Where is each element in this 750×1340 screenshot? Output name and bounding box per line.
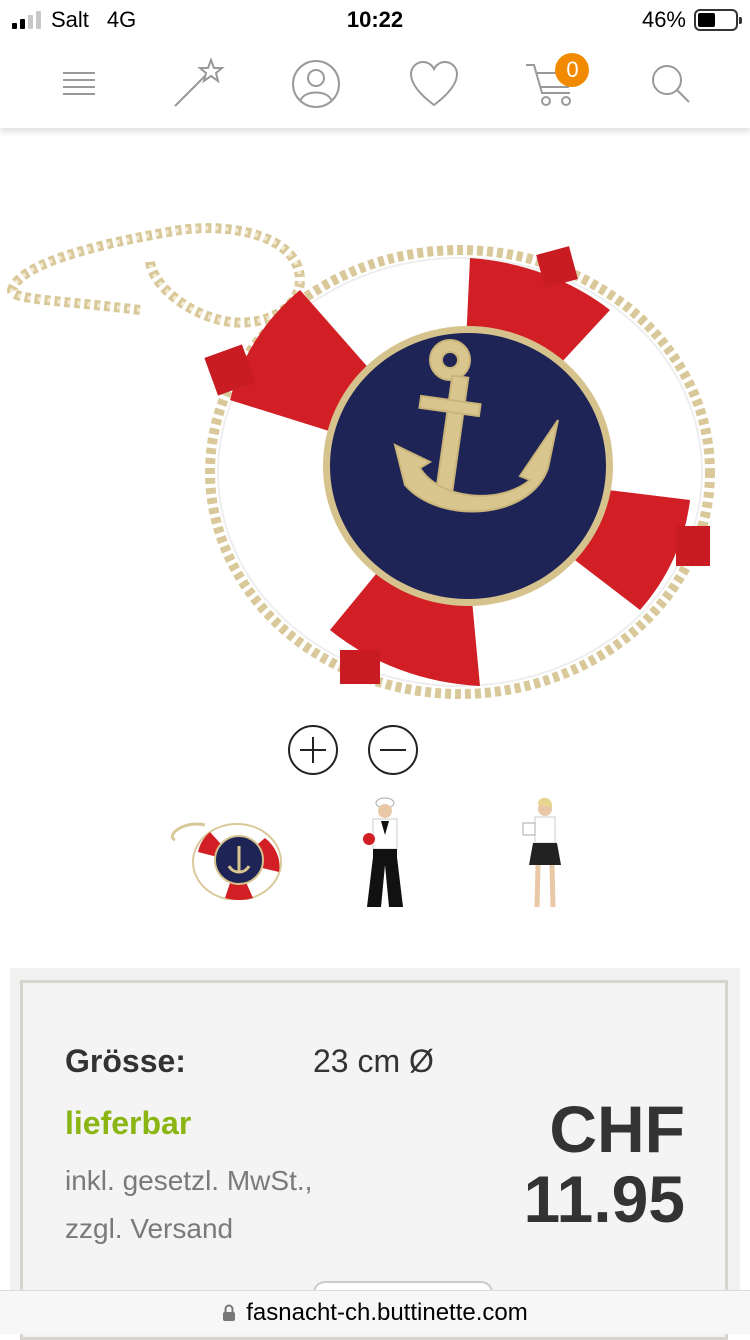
price-value: 11.95	[523, 1162, 685, 1236]
tax-note-line2: zzgl. Versand	[65, 1213, 234, 1244]
status-right: 46%	[641, 7, 742, 33]
battery-icon	[694, 9, 742, 31]
carrier-name: Salt	[51, 7, 89, 32]
price-currency: CHF	[549, 1092, 685, 1166]
status-left: Salt 4G	[12, 7, 136, 33]
url-text: fasnacht-ch.buttinette.com	[246, 1298, 528, 1326]
search-button[interactable]	[636, 49, 706, 119]
lock-icon	[222, 1304, 236, 1322]
zoom-controls	[288, 725, 418, 775]
thumbnail-sailor-costume-pants[interactable]	[325, 795, 445, 915]
status-bar: Salt 4G 10:22 46%	[0, 0, 750, 40]
battery-percent: 46%	[641, 7, 686, 32]
menu-icon	[63, 72, 96, 95]
thumbnail-lifebuoy-bag[interactable]	[165, 795, 285, 915]
cart-count-badge: 0	[555, 53, 590, 87]
magic-wand-icon	[174, 57, 226, 107]
top-nav-bar: 0	[0, 40, 750, 128]
thumbnail-strip	[165, 795, 605, 915]
thumbnail-sailor-costume-skirt[interactable]	[485, 795, 605, 915]
browser-url-bar[interactable]: fasnacht-ch.buttinette.com	[0, 1290, 750, 1334]
size-label: Grösse:	[65, 1043, 186, 1079]
size-value: 23 cm Ø	[313, 1043, 434, 1079]
product-info-box: Grösse: 23 cm Ø lieferbar inkl. gesetzl.…	[20, 980, 728, 1340]
account-icon	[291, 60, 340, 108]
search-icon	[651, 65, 690, 103]
tax-note-line1: inkl. gesetzl. MwSt.,	[65, 1165, 313, 1196]
minus-circle-icon	[380, 749, 406, 751]
availability-status: lieferbar	[65, 1105, 192, 1141]
zoom-in-button[interactable]	[288, 725, 338, 775]
signal-strength-icon	[12, 11, 41, 29]
cart-button[interactable]: 0	[517, 49, 590, 119]
network-type: 4G	[106, 7, 137, 32]
wishlist-button[interactable]	[399, 49, 469, 119]
product-main-image[interactable]	[0, 200, 750, 710]
product-info-panel: Grösse: 23 cm Ø lieferbar inkl. gesetzl.…	[10, 968, 740, 1340]
inspiration-button[interactable]	[162, 49, 232, 119]
plus-circle-icon	[300, 737, 326, 763]
wishlist-heart-icon	[410, 60, 459, 107]
menu-button[interactable]	[44, 49, 114, 119]
account-button[interactable]	[281, 49, 351, 119]
zoom-out-button[interactable]	[368, 725, 418, 775]
